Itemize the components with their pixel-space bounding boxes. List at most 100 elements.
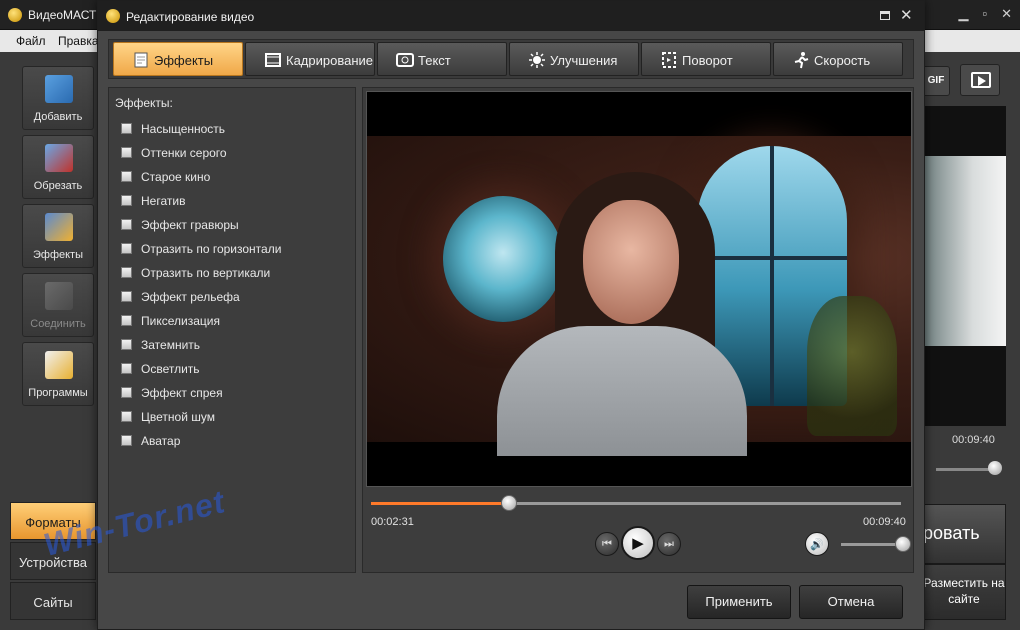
next-button[interactable]: ⏭: [657, 532, 681, 556]
maximize-icon[interactable]: [880, 11, 890, 20]
play-button[interactable]: ▶: [621, 526, 655, 560]
effect-item[interactable]: Эффект рельефа: [121, 288, 349, 308]
app-title: ВидеоМАСТ: [28, 8, 97, 22]
seek-bar-handle[interactable]: [500, 495, 517, 511]
effect-item[interactable]: Отразить по вертикали: [121, 264, 349, 284]
effect-checkbox[interactable]: [121, 267, 132, 278]
effect-label: Затемнить: [141, 338, 201, 352]
tab-text[interactable]: Текст: [377, 42, 507, 76]
video-player: 00:02:31 00:09:40 ⏮ ▶ ⏭ 🔊: [362, 87, 914, 573]
effect-checkbox[interactable]: [121, 147, 132, 158]
right-panel: GIF 00:09:40 ровать Разместить на сайте: [922, 56, 1020, 630]
nav-sites[interactable]: Сайты: [10, 582, 96, 620]
mute-button[interactable]: 🔊: [805, 532, 829, 556]
apply-button[interactable]: Применить: [687, 585, 791, 619]
skip-forward-icon: ⏭: [664, 537, 674, 550]
scene-person-shoulders: [497, 326, 747, 456]
trim-button[interactable]: Обрезать: [22, 135, 94, 199]
seek-bar-progress: [371, 502, 509, 505]
volume-slider[interactable]: [841, 543, 903, 546]
tab-improvements[interactable]: Улучшения: [509, 42, 639, 76]
effect-label: Аватар: [141, 434, 181, 448]
effect-label: Пикселизация: [141, 314, 220, 328]
tab-speed-label: Скорость: [814, 53, 871, 68]
total-time: 00:09:40: [863, 516, 906, 528]
video-preview: [366, 91, 912, 487]
tab-effects[interactable]: Эффекты: [113, 42, 243, 76]
dialog-title: Редактирование видео: [126, 10, 255, 24]
programs-button-label: Программы: [28, 387, 88, 399]
menu-edit[interactable]: Правка: [58, 34, 99, 48]
tab-speed[interactable]: Скорость: [773, 42, 903, 76]
effect-item[interactable]: Старое кино: [121, 168, 349, 188]
effect-item[interactable]: Насыщенность: [121, 120, 349, 140]
programs-button[interactable]: Программы: [22, 342, 94, 406]
maximize-icon[interactable]: ▫: [982, 6, 987, 22]
tab-crop[interactable]: Кадрирование: [245, 42, 375, 76]
preview-volume-track[interactable]: [936, 468, 996, 471]
tab-text-label: Текст: [418, 53, 451, 68]
previous-button[interactable]: ⏮: [595, 532, 619, 556]
tab-rotate[interactable]: Поворот: [641, 42, 771, 76]
close-icon[interactable]: ✕: [1001, 6, 1012, 22]
effect-checkbox[interactable]: [121, 315, 132, 326]
preview-volume-knob[interactable]: [988, 461, 1002, 475]
effect-item[interactable]: Негатив: [121, 192, 349, 212]
effect-checkbox[interactable]: [121, 171, 132, 182]
effect-checkbox[interactable]: [121, 387, 132, 398]
effect-checkbox[interactable]: [121, 123, 132, 134]
effect-item[interactable]: Осветлить: [121, 360, 349, 380]
menu-file[interactable]: Файл: [16, 34, 46, 48]
film-add-icon: [45, 75, 73, 103]
effect-label: Эффект гравюры: [141, 218, 239, 232]
skip-back-icon: ⏮: [602, 537, 612, 550]
effect-label: Отразить по вертикали: [141, 266, 271, 280]
effect-checkbox[interactable]: [121, 363, 132, 374]
scene-plant: [807, 296, 897, 436]
effect-item[interactable]: Пикселизация: [121, 312, 349, 332]
effects-icon: [134, 52, 148, 68]
effect-item[interactable]: Оттенки серого: [121, 144, 349, 164]
tab-crop-label: Кадрирование: [286, 53, 374, 68]
running-man-icon: [794, 52, 809, 69]
tab-rotate-label: Поворот: [682, 53, 733, 68]
dialog-titlebar: Редактирование видео ✕: [98, 1, 924, 31]
tab-effects-label: Эффекты: [154, 53, 214, 68]
preview-video-image: [922, 156, 1006, 346]
effects-button-label: Эффекты: [32, 249, 83, 261]
effect-label: Старое кино: [141, 170, 211, 184]
convert-button-label: ровать: [923, 523, 980, 543]
gif-button[interactable]: GIF: [922, 66, 950, 96]
effect-checkbox[interactable]: [121, 435, 132, 446]
effect-checkbox[interactable]: [121, 219, 132, 230]
effect-item[interactable]: Эффект спрея: [121, 384, 349, 404]
effect-checkbox[interactable]: [121, 243, 132, 254]
play-icon: ▶: [632, 534, 644, 552]
effect-item[interactable]: Затемнить: [121, 336, 349, 356]
effect-item[interactable]: Эффект гравюры: [121, 216, 349, 236]
effect-item[interactable]: Отразить по горизонтали: [121, 240, 349, 260]
preview-video: [922, 106, 1006, 426]
effect-item[interactable]: Аватар: [121, 432, 349, 452]
publish-button[interactable]: Разместить на сайте: [922, 564, 1006, 620]
effect-label: Эффект рельефа: [141, 290, 240, 304]
effects-button[interactable]: Эффекты: [22, 204, 94, 268]
effect-checkbox[interactable]: [121, 195, 132, 206]
close-icon[interactable]: ✕: [900, 6, 913, 24]
effect-checkbox[interactable]: [121, 339, 132, 350]
effect-checkbox[interactable]: [121, 291, 132, 302]
volume-slider-handle[interactable]: [895, 536, 911, 552]
add-button[interactable]: Добавить: [22, 66, 94, 130]
current-time: 00:02:31: [371, 516, 414, 528]
join-button[interactable]: Соединить: [22, 273, 94, 337]
cancel-button[interactable]: Отмена: [799, 585, 903, 619]
preview-play-button[interactable]: [960, 64, 1000, 96]
convert-button[interactable]: ровать: [922, 504, 1006, 564]
rotate-icon: [662, 52, 676, 68]
minimize-icon[interactable]: ▁: [958, 6, 968, 22]
scene-person-face: [583, 200, 679, 324]
effect-checkbox[interactable]: [121, 411, 132, 422]
magic-wand-icon: [45, 213, 73, 241]
crop-film-icon: [265, 53, 281, 67]
effect-item[interactable]: Цветной шум: [121, 408, 349, 428]
